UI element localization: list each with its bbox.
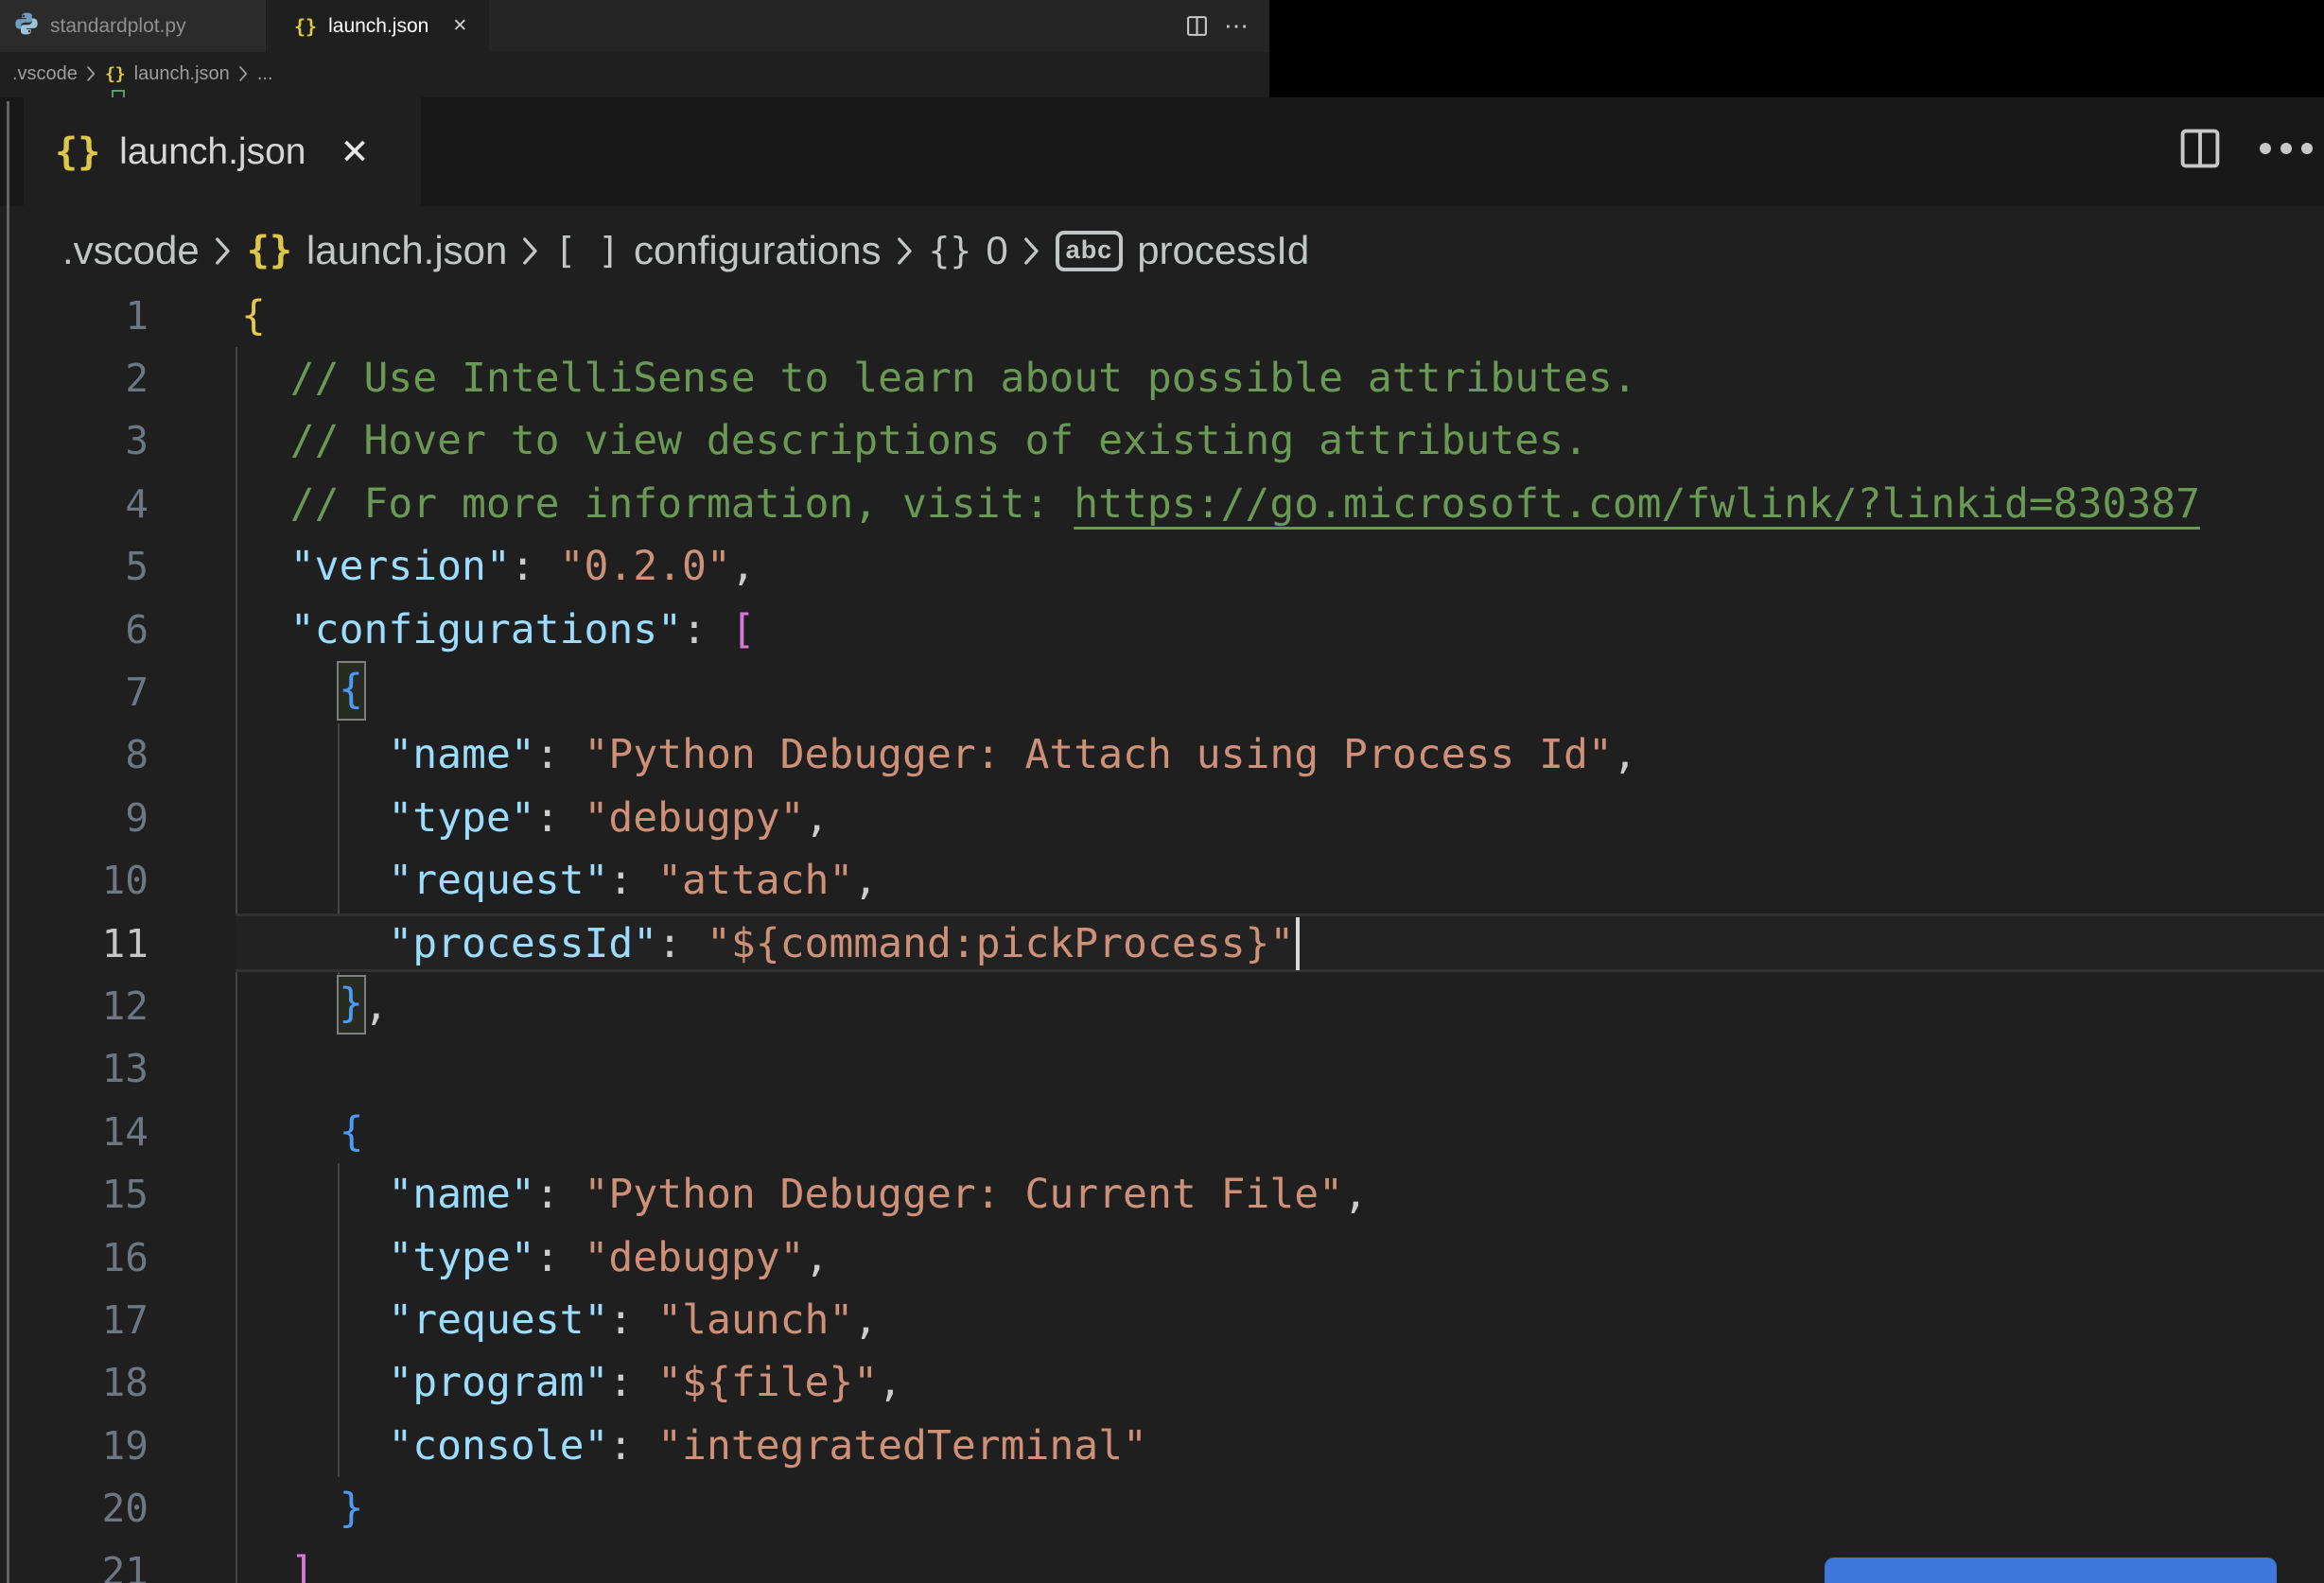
code-token: "Python Debugger: Attach using Process I… — [584, 731, 1613, 779]
code-token: : — [510, 543, 560, 591]
line-number: 17 — [101, 1297, 149, 1343]
code-token: , — [804, 793, 830, 842]
code-token: "0.2.0" — [559, 543, 731, 591]
overlay-left-border — [7, 101, 9, 1583]
text-cursor — [1296, 916, 1301, 970]
code-token: : — [534, 1171, 585, 1219]
code-token: "configurations" — [289, 605, 683, 653]
code-line[interactable]: "type": "debugpy", — [388, 1226, 829, 1290]
code-token: "attach" — [657, 857, 854, 905]
line-number: 5 — [125, 544, 149, 590]
code-token: "type" — [388, 793, 535, 842]
code-line[interactable]: }, — [336, 975, 389, 1038]
code-line[interactable]: "request": "attach", — [388, 849, 878, 913]
code-token: "integratedTerminal" — [657, 1421, 1147, 1470]
line-number: 8 — [125, 732, 149, 778]
line-number: 2 — [125, 356, 149, 401]
code-token: : — [608, 1359, 658, 1407]
code-line[interactable]: "program": "${file}", — [388, 1351, 902, 1415]
code-token: "debugpy" — [584, 793, 805, 842]
code-token: "console" — [388, 1421, 609, 1470]
matched-bracket-box: { — [336, 661, 366, 721]
line-number: 12 — [101, 983, 149, 1029]
code-line[interactable]: ] — [290, 1540, 315, 1583]
line-number: 16 — [101, 1234, 149, 1280]
code-token: "name" — [388, 1171, 535, 1219]
code-line[interactable]: "name": "Python Debugger: Attach using P… — [388, 723, 1636, 787]
line-number: 3 — [125, 418, 149, 464]
code-token: : — [657, 919, 707, 967]
code-line[interactable]: // For more information, visit: https://… — [290, 473, 2200, 536]
vscode-window: standardplot.py {} launch.json ✕ ⋯ .vsco… — [0, 0, 2324, 1583]
code-line[interactable]: "type": "debugpy", — [388, 787, 829, 850]
code-token: "Python Debugger: Current File" — [584, 1171, 1344, 1219]
code-line[interactable]: "configurations": [ — [290, 599, 756, 662]
code-token: "request" — [388, 857, 609, 905]
line-number: 4 — [125, 480, 149, 527]
code-token: : — [608, 1421, 658, 1470]
matched-bracket-box: } — [336, 975, 366, 1035]
code-token: "launch" — [657, 1296, 854, 1344]
line-number: 14 — [101, 1108, 149, 1155]
line-number: 1 — [125, 292, 149, 339]
code-line[interactable]: "request": "launch", — [388, 1289, 878, 1352]
line-number: 9 — [125, 794, 149, 841]
code-token: : — [534, 1233, 585, 1281]
code-token: "${command:pickProcess}" — [706, 919, 1295, 967]
line-number: 7 — [125, 670, 149, 715]
code-token: , — [730, 543, 756, 591]
line-number: 19 — [101, 1422, 149, 1469]
code-token: "${file}" — [657, 1359, 879, 1407]
code-token: , — [878, 1359, 903, 1407]
code-token: "type" — [388, 1233, 535, 1281]
code-line[interactable]: "console": "integratedTerminal" — [388, 1415, 1147, 1478]
code-editor[interactable]: 1 {2 // Use IntelliSense to learn about po… — [0, 0, 2324, 1583]
code-token: ] — [289, 1547, 315, 1583]
add-configuration-button[interactable] — [1825, 1557, 2277, 1583]
code-token: // Use IntelliSense to learn about possi… — [289, 355, 1637, 402]
code-token: // For more information, visit: — [289, 479, 1075, 528]
code-line[interactable]: // Hover to view descriptions of existin… — [290, 409, 1588, 473]
code-line[interactable]: "name": "Python Debugger: Current File", — [388, 1163, 1368, 1226]
line-number: 21 — [101, 1548, 149, 1583]
code-token: "processId" — [388, 919, 658, 967]
code-line[interactable]: { — [340, 1101, 364, 1164]
link-text[interactable]: https://go.microsoft.com/fwlink/?linkid=… — [1074, 480, 2200, 528]
code-token: // Hover to view descriptions of existin… — [289, 417, 1588, 465]
code-token: , — [853, 1296, 879, 1344]
code-line[interactable]: } — [340, 1477, 364, 1540]
code-token: { — [241, 291, 266, 339]
code-token: { — [339, 1107, 364, 1156]
code-token: : — [534, 793, 585, 842]
line-number: 13 — [101, 1046, 149, 1092]
code-token: "request" — [388, 1296, 609, 1344]
code-token: "version" — [289, 543, 511, 591]
code-token: , — [363, 983, 389, 1030]
code-token: : — [608, 857, 658, 905]
code-line[interactable]: "version": "0.2.0", — [290, 535, 756, 599]
line-number: 11 — [101, 920, 149, 966]
line-number: 18 — [101, 1360, 149, 1406]
code-token: "name" — [388, 731, 535, 779]
code-token: "debugpy" — [584, 1233, 805, 1281]
code-token: : — [534, 731, 585, 779]
code-token: , — [1343, 1171, 1368, 1219]
code-line[interactable]: { — [336, 661, 366, 724]
code-token: , — [853, 857, 879, 905]
code-token: "program" — [388, 1359, 609, 1407]
line-number: 10 — [101, 858, 149, 904]
code-line[interactable]: "processId": "${command:pickProcess}" — [388, 913, 1301, 976]
line-number: 6 — [125, 606, 149, 652]
code-token: [ — [730, 605, 756, 653]
code-token: , — [804, 1233, 830, 1281]
code-line[interactable]: // Use IntelliSense to learn about possi… — [290, 347, 1637, 410]
code-line[interactable]: { — [241, 285, 266, 348]
code-token: : — [608, 1296, 658, 1344]
indent-guide — [338, 1163, 340, 1477]
code-token: : — [682, 605, 731, 653]
code-token: , — [1612, 731, 1637, 779]
line-number: 15 — [101, 1172, 149, 1218]
line-number: 20 — [101, 1486, 149, 1532]
code-token: } — [339, 1485, 364, 1533]
